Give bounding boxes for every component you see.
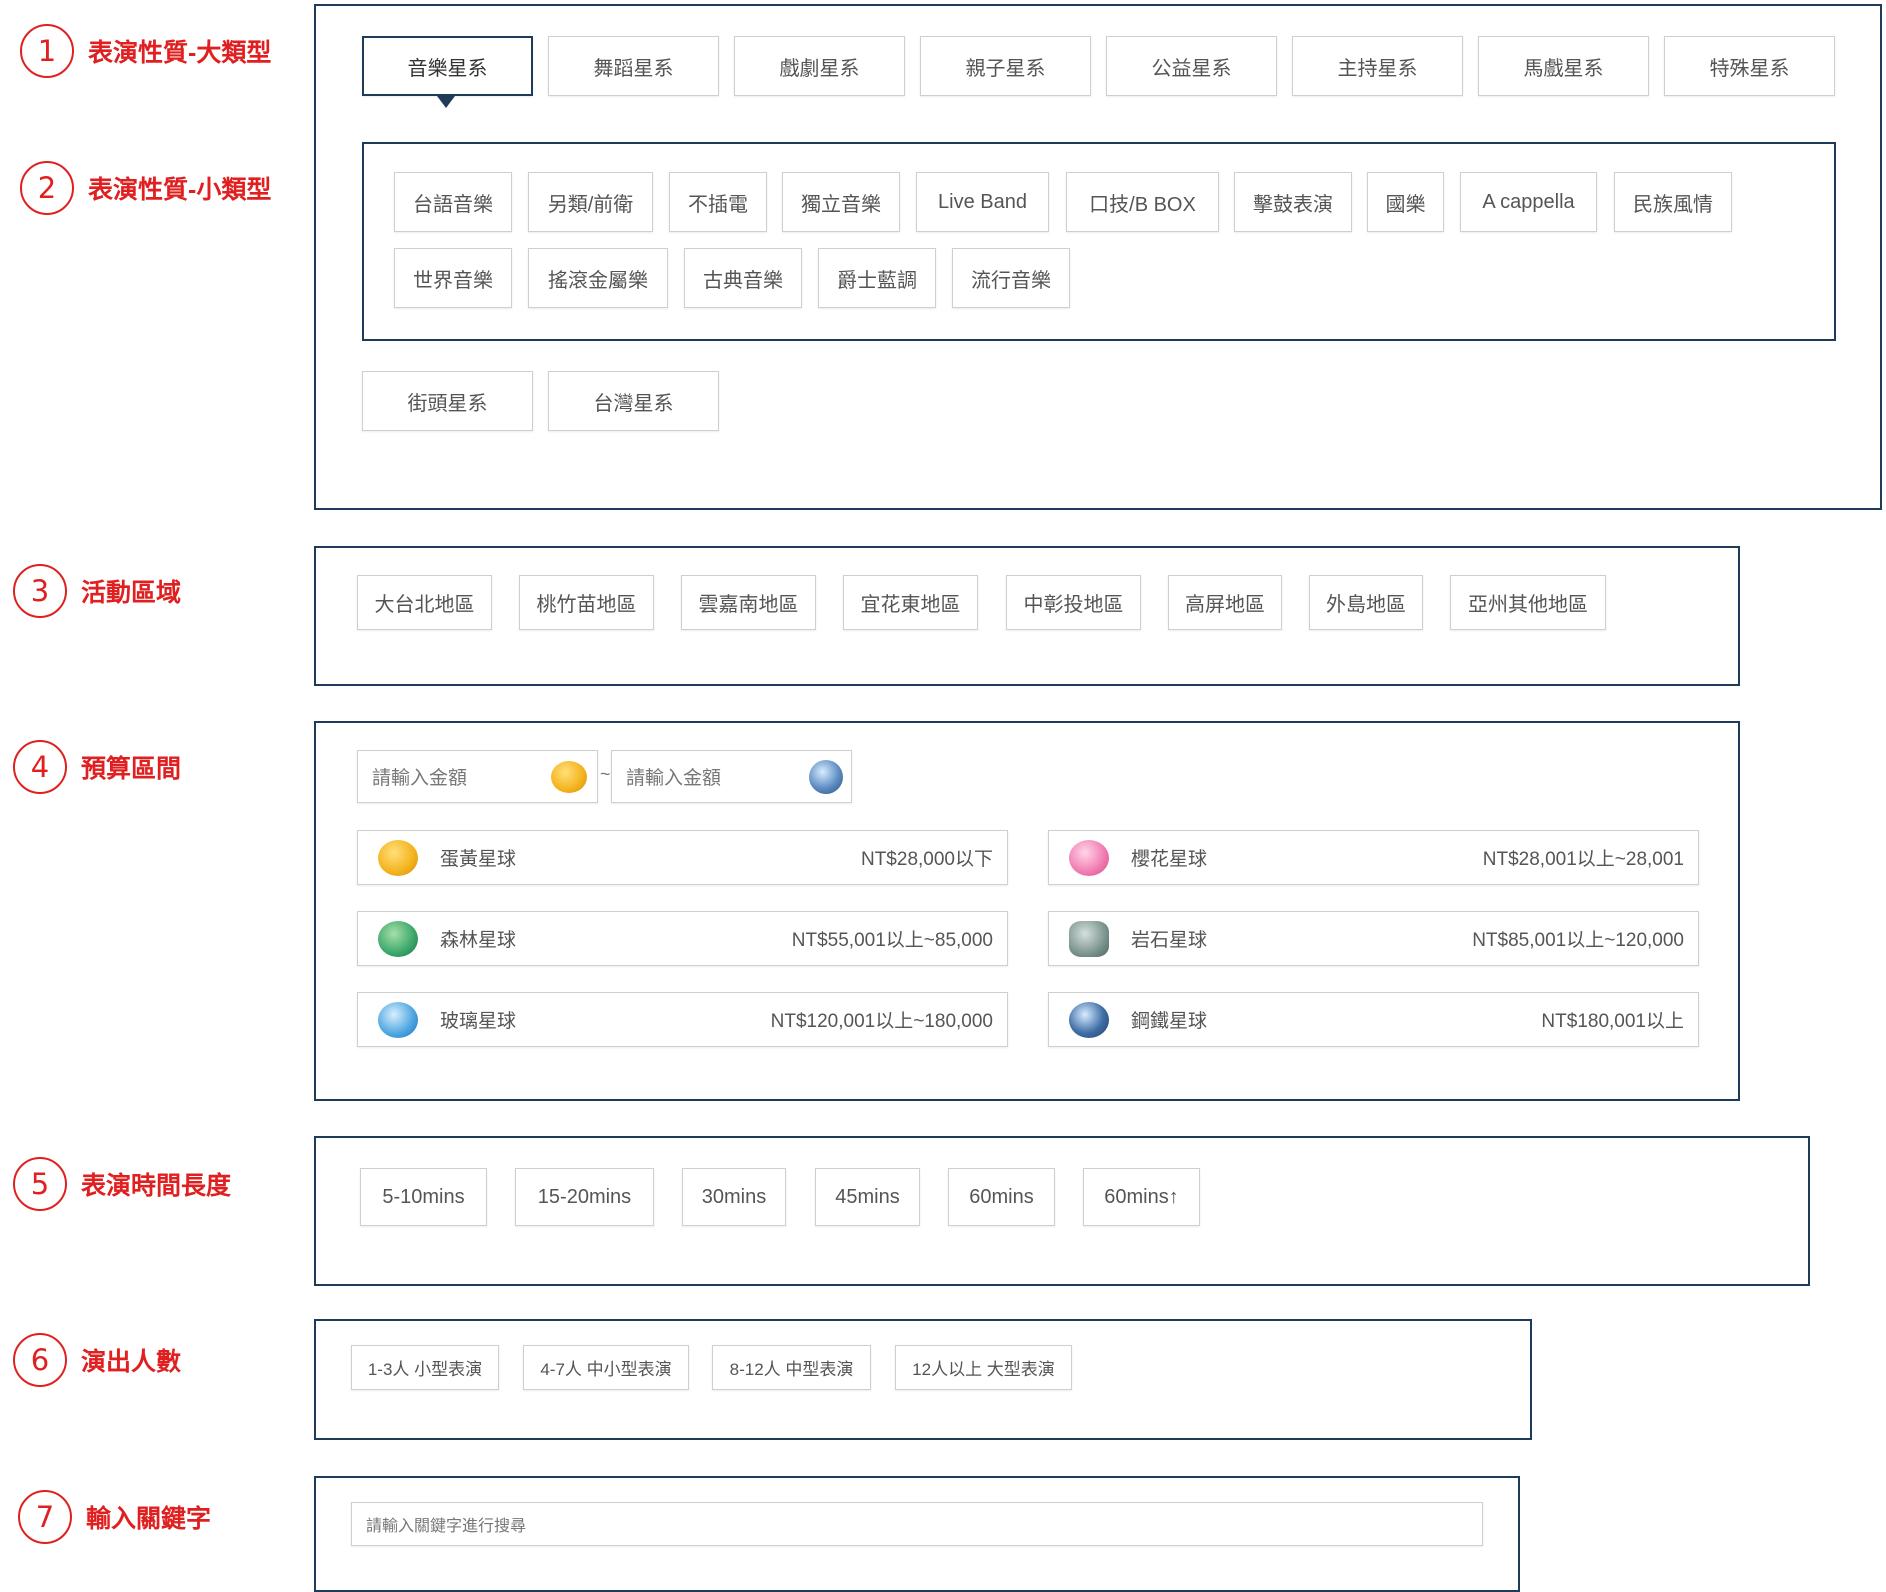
egg-yolk-planet-icon xyxy=(378,840,418,876)
region-option[interactable]: 亞州其他地區 xyxy=(1450,575,1606,630)
budget-option-range: NT$85,001以上~120,000 xyxy=(1472,930,1684,951)
region-option[interactable]: 桃竹苗地區 xyxy=(519,575,654,630)
minor-type-option[interactable]: 擊鼓表演 xyxy=(1234,172,1352,232)
section-title: 演出人數 xyxy=(81,1348,182,1376)
egg-yolk-planet-icon xyxy=(551,761,587,793)
budget-range-separator: ~ xyxy=(600,764,611,784)
minor-type-option[interactable]: 流行音樂 xyxy=(952,248,1070,308)
major-type-circus[interactable]: 馬戲星系 xyxy=(1478,36,1649,96)
section-title: 輸入關鍵字 xyxy=(86,1505,212,1533)
duration-option[interactable]: 60mins↑ xyxy=(1083,1168,1200,1226)
minor-type-option[interactable]: 台語音樂 xyxy=(394,172,512,232)
minor-type-option[interactable]: 世界音樂 xyxy=(394,248,512,308)
section-title: 活動區域 xyxy=(81,579,182,607)
minor-type-option[interactable]: 民族風情 xyxy=(1614,172,1732,232)
section-title: 預算區間 xyxy=(81,755,182,783)
minor-type-option[interactable]: 另類/前衛 xyxy=(528,172,653,232)
section-label-duration: 5 表演時間長度 xyxy=(13,1157,231,1211)
performers-option[interactable]: 8-12人 中型表演 xyxy=(712,1345,871,1390)
budget-min-placeholder: 請輸入金額 xyxy=(372,768,468,789)
budget-option-name: 森林星球 xyxy=(440,930,517,951)
step-number: 3 xyxy=(13,564,67,618)
budget-option-sakura[interactable]: 櫻花星球 NT$28,001以上~28,001 xyxy=(1048,830,1699,885)
budget-option-name: 櫻花星球 xyxy=(1131,849,1208,870)
budget-option-steel[interactable]: 鋼鐵星球 NT$180,001以上 xyxy=(1048,992,1699,1047)
rock-planet-icon xyxy=(1069,921,1109,957)
minor-type-option[interactable]: 爵士藍調 xyxy=(818,248,936,308)
region-option[interactable]: 中彰投地區 xyxy=(1006,575,1141,630)
performers-option[interactable]: 4-7人 中小型表演 xyxy=(523,1345,689,1390)
region-option[interactable]: 外島地區 xyxy=(1309,575,1423,630)
step-number: 5 xyxy=(13,1157,67,1211)
minor-type-option[interactable]: 國樂 xyxy=(1367,172,1444,232)
region-option[interactable]: 高屏地區 xyxy=(1168,575,1282,630)
major-type-drama[interactable]: 戲劇星系 xyxy=(734,36,905,96)
budget-option-name: 玻璃星球 xyxy=(440,1011,517,1032)
steel-planet-icon xyxy=(1069,1002,1109,1038)
section-title: 表演性質-小類型 xyxy=(88,176,272,204)
major-type-charity[interactable]: 公益星系 xyxy=(1106,36,1277,96)
duration-option[interactable]: 5-10mins xyxy=(360,1168,487,1226)
budget-min-input[interactable]: 請輸入金額 xyxy=(357,750,598,803)
step-number: 1 xyxy=(20,24,74,78)
minor-type-option[interactable]: Live Band xyxy=(916,172,1049,232)
section-label-minor-type: 2 表演性質-小類型 xyxy=(20,161,271,215)
minor-type-option[interactable]: 獨立音樂 xyxy=(782,172,900,232)
step-number: 4 xyxy=(13,740,67,794)
budget-option-egg-yolk[interactable]: 蛋黃星球 NT$28,000以下 xyxy=(357,830,1008,885)
region-option[interactable]: 雲嘉南地區 xyxy=(681,575,816,630)
minor-type-option[interactable]: A cappella xyxy=(1460,172,1597,232)
section-label-keyword: 7 輸入關鍵字 xyxy=(18,1490,211,1544)
keyword-placeholder: 請輸入關鍵字進行搜尋 xyxy=(366,1518,527,1535)
major-type-taiwan[interactable]: 台灣星系 xyxy=(548,371,719,431)
budget-option-name: 蛋黃星球 xyxy=(440,849,517,870)
section-label-performers: 6 演出人數 xyxy=(13,1333,181,1387)
major-type-street[interactable]: 街頭星系 xyxy=(362,371,533,431)
active-caret-icon xyxy=(437,96,455,108)
minor-type-option[interactable]: 口技/B BOX xyxy=(1066,172,1219,232)
glass-planet-icon xyxy=(378,1002,418,1038)
duration-option[interactable]: 15-20mins xyxy=(515,1168,654,1226)
performers-option[interactable]: 12人以上 大型表演 xyxy=(895,1345,1072,1390)
major-type-family[interactable]: 親子星系 xyxy=(920,36,1091,96)
section-label-budget: 4 預算區間 xyxy=(13,740,181,794)
section-label-region: 3 活動區域 xyxy=(13,564,181,618)
section-title: 表演時間長度 xyxy=(81,1172,232,1200)
budget-option-glass[interactable]: 玻璃星球 NT$120,001以上~180,000 xyxy=(357,992,1008,1047)
budget-option-name: 岩石星球 xyxy=(1131,930,1208,951)
step-number: 7 xyxy=(18,1490,72,1544)
budget-option-range: NT$28,000以下 xyxy=(860,849,993,870)
forest-planet-icon xyxy=(378,921,418,957)
budget-option-range: NT$28,001以上~28,001 xyxy=(1482,849,1684,870)
section-title: 表演性質-大類型 xyxy=(88,39,272,67)
major-type-dance[interactable]: 舞蹈星系 xyxy=(548,36,719,96)
major-type-host[interactable]: 主持星系 xyxy=(1292,36,1463,96)
step-number: 2 xyxy=(20,161,74,215)
performers-option[interactable]: 1-3人 小型表演 xyxy=(351,1345,499,1390)
minor-type-option[interactable]: 不插電 xyxy=(669,172,767,232)
major-type-special[interactable]: 特殊星系 xyxy=(1664,36,1835,96)
budget-option-forest[interactable]: 森林星球 NT$55,001以上~85,000 xyxy=(357,911,1008,966)
steel-planet-icon xyxy=(809,760,843,794)
duration-option[interactable]: 60mins xyxy=(948,1168,1055,1226)
region-option[interactable]: 大台北地區 xyxy=(357,575,492,630)
step-number: 6 xyxy=(13,1333,67,1387)
budget-max-input[interactable]: 請輸入金額 xyxy=(611,750,852,803)
budget-option-range: NT$120,001以上~180,000 xyxy=(770,1011,993,1032)
sakura-planet-icon xyxy=(1069,840,1109,876)
region-option[interactable]: 宜花東地區 xyxy=(843,575,978,630)
duration-option[interactable]: 45mins xyxy=(815,1168,920,1226)
budget-max-placeholder: 請輸入金額 xyxy=(626,768,722,789)
duration-option[interactable]: 30mins xyxy=(682,1168,786,1226)
budget-option-range: NT$180,001以上 xyxy=(1541,1011,1684,1032)
major-type-music[interactable]: 音樂星系 xyxy=(362,36,533,96)
budget-option-name: 鋼鐵星球 xyxy=(1131,1011,1208,1032)
section-label-major-type: 1 表演性質-大類型 xyxy=(20,24,271,78)
budget-option-rock[interactable]: 岩石星球 NT$85,001以上~120,000 xyxy=(1048,911,1699,966)
minor-type-option[interactable]: 搖滾金屬樂 xyxy=(528,248,668,308)
budget-option-range: NT$55,001以上~85,000 xyxy=(791,930,993,951)
minor-type-option[interactable]: 古典音樂 xyxy=(684,248,802,308)
keyword-search-input[interactable]: 請輸入關鍵字進行搜尋 xyxy=(351,1502,1483,1546)
